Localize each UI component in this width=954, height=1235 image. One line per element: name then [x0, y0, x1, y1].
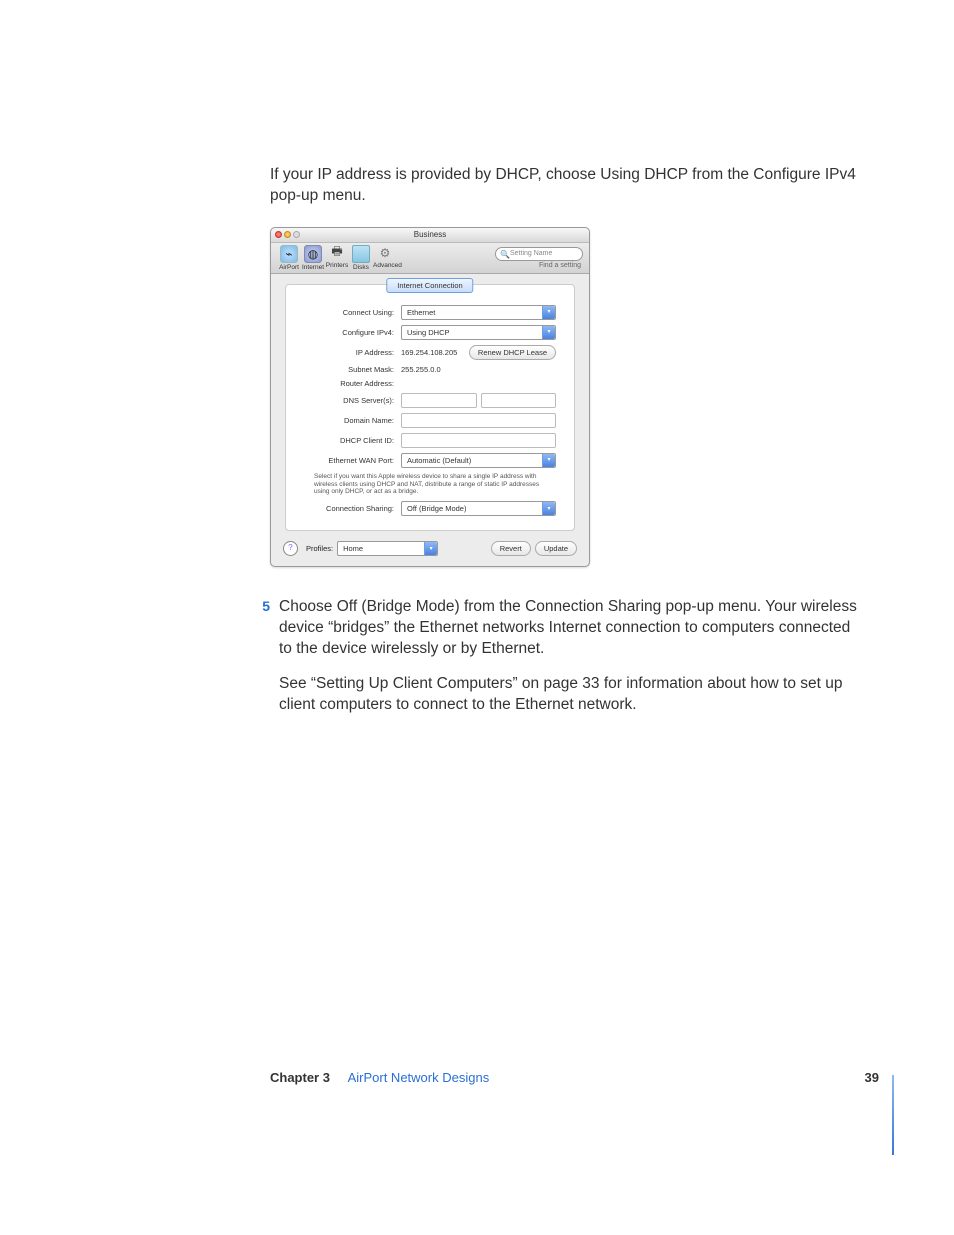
select-connect-using[interactable]: Ethernet ▾ [401, 305, 556, 320]
search-container: 🔍 Setting Name Find a setting [495, 247, 583, 269]
airport-utility-window: Business ⌁ AirPort ◍ Internet 🖶 Printers [270, 227, 590, 567]
label-dns-servers: DNS Server(s): [304, 396, 397, 405]
label-domain-name: Domain Name: [304, 416, 397, 425]
page-edge-rule [892, 1075, 894, 1155]
window-bottom-bar: ? Profiles: Home ▾ Revert Update [271, 541, 589, 566]
select-ethernet-wan-port[interactable]: Automatic (Default) ▾ [401, 453, 556, 468]
connection-sharing-hint: Select if you want this Apple wireless d… [314, 473, 556, 496]
window-titlebar: Business [271, 228, 589, 243]
input-dns-2[interactable] [481, 393, 557, 408]
label-configure-ipv4: Configure IPv4: [304, 328, 397, 337]
toolbar-item-airport[interactable]: ⌁ AirPort [277, 245, 301, 271]
chevron-updown-icon: ▾ [542, 326, 555, 339]
chevron-updown-icon: ▾ [542, 454, 555, 467]
zoom-icon[interactable] [293, 231, 300, 238]
input-dns-1[interactable] [401, 393, 477, 408]
select-profile[interactable]: Home ▾ [337, 541, 438, 556]
chevron-updown-icon: ▾ [542, 306, 555, 319]
tab-internet-connection[interactable]: Internet Connection [386, 278, 473, 293]
select-configure-ipv4[interactable]: Using DHCP ▾ [401, 325, 556, 340]
label-connect-using: Connect Using: [304, 308, 397, 317]
minimize-icon[interactable] [284, 231, 291, 238]
step-text: Choose Off (Bridge Mode) from the Connec… [279, 597, 860, 660]
printer-icon: 🖶 [329, 245, 345, 261]
traffic-lights [275, 231, 300, 238]
revert-button[interactable]: Revert [491, 541, 531, 556]
chapter-title: AirPort Network Designs [348, 1070, 490, 1085]
chapter-label: Chapter 3 [270, 1070, 330, 1085]
label-ethernet-wan-port: Ethernet WAN Port: [304, 456, 397, 465]
close-icon[interactable] [275, 231, 282, 238]
toolbar-item-advanced[interactable]: ⚙ Advanced [373, 245, 397, 271]
label-profiles: Profiles: [306, 544, 333, 553]
help-button[interactable]: ? [283, 541, 298, 556]
instruction-dhcp: If your IP address is provided by DHCP, … [270, 165, 860, 207]
toolbar: ⌁ AirPort ◍ Internet 🖶 Printers Disks ⚙ [271, 243, 589, 274]
value-subnet-mask: 255.255.0.0 [401, 365, 441, 374]
gear-icon: ⚙ [377, 245, 393, 261]
toolbar-item-internet[interactable]: ◍ Internet [301, 245, 325, 271]
label-ip-address: IP Address: [304, 348, 397, 357]
page-footer: Chapter 3 AirPort Network Designs 39 [270, 1070, 879, 1085]
search-hint: Find a setting [495, 262, 583, 269]
input-domain-name[interactable] [401, 413, 556, 428]
chevron-updown-icon: ▾ [542, 502, 555, 515]
globe-icon: ◍ [304, 245, 322, 263]
toolbar-item-printers[interactable]: 🖶 Printers [325, 245, 349, 271]
label-dhcp-client-id: DHCP Client ID: [304, 436, 397, 445]
label-router-address: Router Address: [304, 379, 397, 388]
input-dhcp-client-id[interactable] [401, 433, 556, 448]
search-input[interactable]: 🔍 Setting Name [495, 247, 583, 261]
page-number: 39 [865, 1070, 879, 1085]
renew-dhcp-lease-button[interactable]: Renew DHCP Lease [469, 345, 556, 360]
search-icon: 🔍 [500, 249, 510, 261]
label-connection-sharing: Connection Sharing: [304, 504, 397, 513]
chevron-updown-icon: ▾ [424, 542, 437, 555]
airport-icon: ⌁ [280, 245, 298, 263]
settings-panel: Internet Connection Connect Using: Ether… [285, 284, 575, 531]
value-ip-address: 169.254.108.205 [401, 348, 465, 357]
select-connection-sharing[interactable]: Off (Bridge Mode) ▾ [401, 501, 556, 516]
disk-icon [352, 245, 370, 263]
step-number: 5 [248, 598, 279, 614]
window-title: Business [414, 230, 446, 239]
update-button[interactable]: Update [535, 541, 577, 556]
label-subnet-mask: Subnet Mask: [304, 365, 397, 374]
toolbar-item-disks[interactable]: Disks [349, 245, 373, 271]
followup-text: See “Setting Up Client Computers” on pag… [279, 674, 860, 716]
